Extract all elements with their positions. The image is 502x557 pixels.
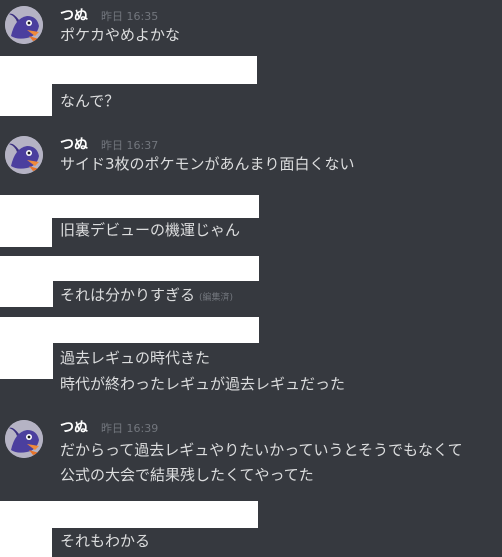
message-timestamp: 昨日 16:35	[101, 10, 159, 23]
message-username[interactable]: つぬ	[60, 137, 88, 153]
message-text: 公式の大会で結果残したくてやってた	[60, 466, 314, 484]
bird-pokemon-avatar-icon	[5, 420, 43, 458]
redacted-username-block	[0, 317, 259, 343]
message-text: サイド3枚のポケモンがあんまり面白くない	[60, 155, 355, 173]
message-username[interactable]: つぬ	[60, 420, 88, 436]
redacted-username-block	[0, 501, 258, 528]
message-text: ポケカやめよかな	[60, 26, 181, 44]
message-timestamp: 昨日 16:37	[101, 139, 159, 152]
message-body: それは分かりすぎる	[60, 286, 196, 304]
redacted-avatar-block	[0, 218, 52, 247]
bird-pokemon-avatar-icon	[5, 136, 43, 174]
message-text: それは分かりすぎる (編集済)	[60, 285, 233, 308]
user-avatar[interactable]	[5, 420, 43, 458]
redacted-username-block	[0, 256, 259, 281]
redacted-avatar-block	[0, 84, 52, 116]
message-text: それもわかる	[60, 532, 151, 550]
user-avatar[interactable]	[5, 136, 43, 174]
bird-pokemon-avatar-icon	[5, 6, 43, 44]
redacted-avatar-block	[0, 528, 52, 557]
redacted-username-block	[0, 195, 259, 218]
message-timestamp: 昨日 16:39	[101, 422, 159, 435]
redacted-avatar-block	[0, 343, 53, 379]
message-text: だからって過去レギュやりたいかっていうとそうでもなくて	[60, 441, 463, 459]
edited-label: (編集済)	[199, 293, 234, 303]
message-text: 過去レギュの時代きた	[60, 349, 211, 367]
message-username[interactable]: つぬ	[60, 8, 88, 24]
message-text: 旧裏デビューの機運じゃん	[60, 221, 241, 239]
chat-log: つぬ 昨日 16:35 ポケカやめよかな なんで？ つぬ 昨日 16:37 サイ…	[0, 0, 502, 557]
redacted-username-block	[0, 56, 257, 84]
message-text: なんで？	[60, 92, 120, 110]
user-avatar[interactable]	[5, 6, 43, 44]
redacted-avatar-block	[0, 281, 53, 307]
message-text: 時代が終わったレギュが過去レギュだった	[60, 375, 346, 393]
